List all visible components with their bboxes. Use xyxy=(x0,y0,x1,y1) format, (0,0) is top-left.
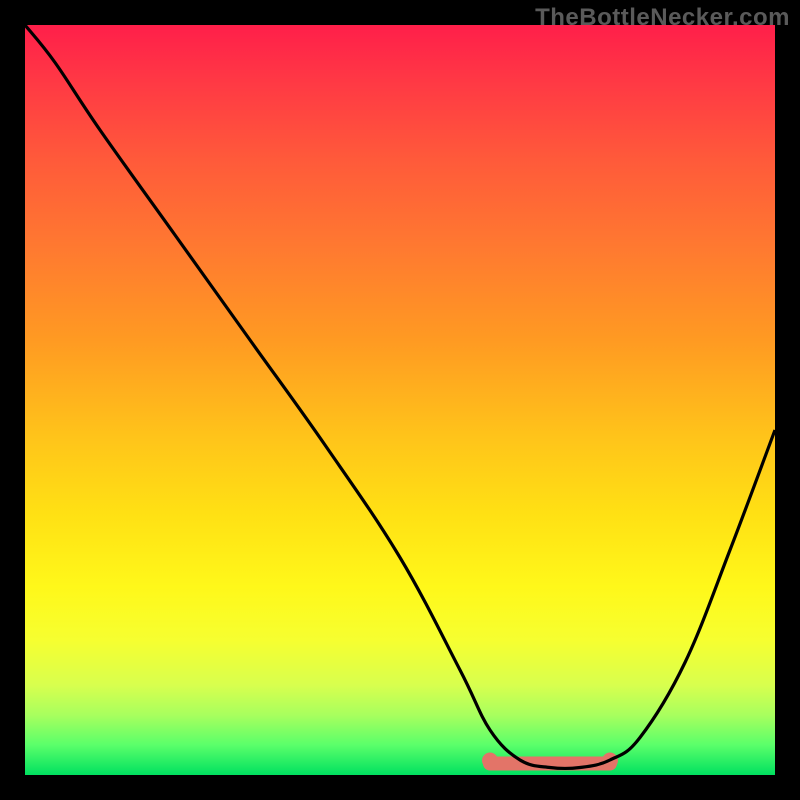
optimal-range-start-dot xyxy=(482,753,498,769)
curve-layer xyxy=(25,25,775,775)
plot-area xyxy=(25,25,775,775)
chart-frame: TheBottleNecker.com xyxy=(0,0,800,800)
bottleneck-curve xyxy=(25,25,775,769)
watermark-text: TheBottleNecker.com xyxy=(535,4,790,32)
